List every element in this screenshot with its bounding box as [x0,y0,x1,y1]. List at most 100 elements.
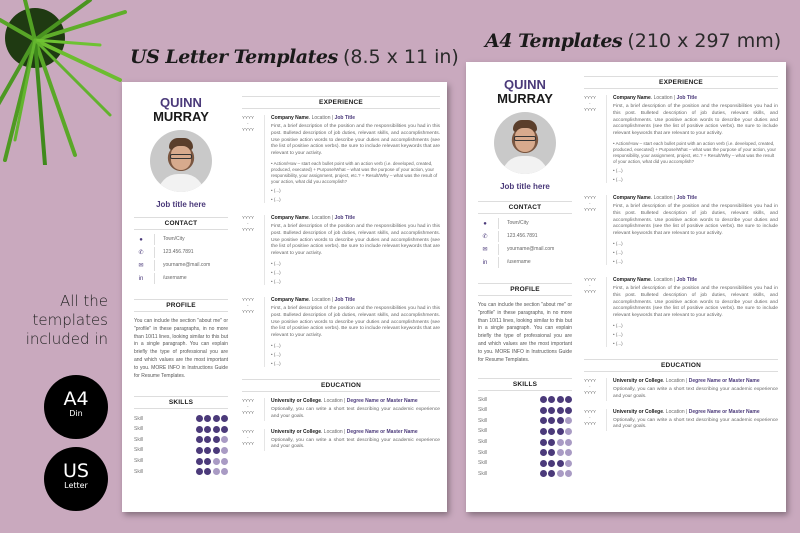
experience-entry: YYYY - YYYY Company Name. Location | Job Ti… [584,194,778,265]
contact-item: ✆ 123.456.7891 [478,230,572,243]
skill-dot-filled [195,446,203,454]
profile-photo [150,130,212,192]
date-range: YYYY - YYYY [242,215,264,285]
skill-dot-filled [548,417,555,425]
experience-bullet: • (...) [613,331,623,337]
skill-dot-filled [548,427,555,435]
location: Location | [311,296,334,303]
skill-label: Skill [134,436,144,443]
experience-body: Company Name. Location | Job Title First,… [606,276,778,347]
skill-dot-filled [539,438,547,446]
skill-dot-filled [204,468,211,476]
skill-item: Skill [478,469,572,480]
experience-bullet: • (...) [613,167,623,173]
location-pin-icon: ● [483,220,487,227]
education-header: University or College. Location | Degree… [613,377,760,384]
contact-item: ✉ yourname@mail.com [478,243,572,256]
skill-level-dots [195,446,228,454]
education-description: Optionally, you can write a short text d… [613,386,778,399]
company-name: Company Name [613,95,651,101]
contact-text: /username [154,273,187,284]
a4-heading-script: A4 Templates [485,30,623,52]
profile-photo [494,112,556,174]
company-name: Company Name [613,194,651,201]
date-to: YYYY [584,206,597,212]
education-description: Optionally, you can write a short text d… [271,406,440,419]
experience-bullet: • (...) [271,342,281,348]
education-header: University or College. Location | Degree… [613,408,760,415]
skill-dot-filled [195,436,203,444]
experience-header: Company Name. Location | Job Title [271,115,356,121]
profile-heading: PROFILE [478,283,572,296]
degree-name: Degree Name or Master Name [688,408,760,415]
skill-dot-filled [539,396,547,404]
education-entry: YYYY - YYYY University or College. Location… [242,397,440,421]
skill-dot-filled [548,449,555,457]
skill-dot-empty [565,470,572,478]
date-range: YYYY - YYYY [242,297,264,367]
education-body: University or College. Location | Degree… [264,397,440,421]
skill-dot-filled [212,425,220,433]
plant-decoration [0,0,127,165]
skill-dot-filled [195,425,203,433]
contact-text: Town/City [498,218,529,229]
skill-dot-empty [565,427,572,435]
skill-item: Skill [478,426,572,437]
job-title-link: Job Title [334,115,356,121]
company-name: Company Name [271,296,309,303]
experience-body: Company Name. Location | Job Title First,… [606,194,778,265]
location: Location | [323,397,346,404]
contact-text: /username [498,257,531,268]
us-heading-dimensions: (8.5 x 11 in) [342,46,459,68]
skill-dot-empty [212,468,220,476]
job-title: Job title here [156,200,206,209]
contact-item: ● Town/City [134,233,228,246]
job-title-link: Job Title [676,276,698,283]
skill-level-dots [539,406,572,414]
skill-dot-filled [539,470,547,478]
experience-description: First, a brief description of the positi… [271,305,440,339]
skill-item: Skill [134,466,228,477]
skill-dot-filled [204,425,211,433]
experience-list: YYYY - YYYY Company Name. Location | Job Ti… [242,115,440,367]
us-heading-script: US Letter Templates [130,46,338,68]
left-column: QUINN MURRAY Job title here CONTACT ● Tow… [134,82,228,477]
skill-dot-filled [539,417,547,425]
skill-dot-filled [212,436,220,444]
education-header: University or College. Location | Degree… [271,428,418,435]
left-column: QUINN MURRAY Job title here CONTACT ● Tow… [478,62,572,479]
skill-dot-filled [548,406,555,414]
skill-label: Skill [478,449,488,456]
skill-dot-filled [221,425,228,433]
skill-item: Skill [134,445,228,456]
first-name: QUINN [504,77,546,92]
skill-dot-filled [195,468,203,476]
location: Location | [311,214,334,221]
experience-bullet: • (...) [271,187,281,193]
contact-text: Town/City [154,234,185,245]
phone-icon: ✆ [482,234,488,240]
education-body: University or College. Location | Degree… [606,377,778,401]
date-to: YYYY [584,389,597,395]
a4-heading: A4 Templates (210 x 297 mm) [485,30,781,53]
school-name: University or College [271,428,322,435]
skill-label: Skill [134,426,144,433]
linkedin-icon: in [138,275,144,282]
skill-label: Skill [478,396,488,403]
skill-label: Skill [134,468,144,475]
degree-name: Degree Name or Master Name [688,377,760,384]
experience-bullet: • (...) [613,322,623,328]
skills-list: Skill Skill Skill Skill Skill Skill Skill Skill [478,394,572,479]
skill-dot-empty [221,446,228,454]
education-entry: YYYY - YYYY University or College. Location… [584,408,778,432]
education-header: University or College. Location | Degree… [271,397,418,404]
experience-header: Company Name. Location | Job Title [613,194,698,201]
last-name: MURRAY [497,91,553,106]
experience-bullet: • (...) [271,351,281,357]
date-range: YYYY - YYYY [584,95,606,183]
skill-dot-empty [556,438,564,446]
education-description: Optionally, you can write a short text d… [271,437,440,450]
skill-dot-filled [195,415,203,423]
skill-level-dots [195,415,228,423]
date-to: YYYY [242,226,255,232]
